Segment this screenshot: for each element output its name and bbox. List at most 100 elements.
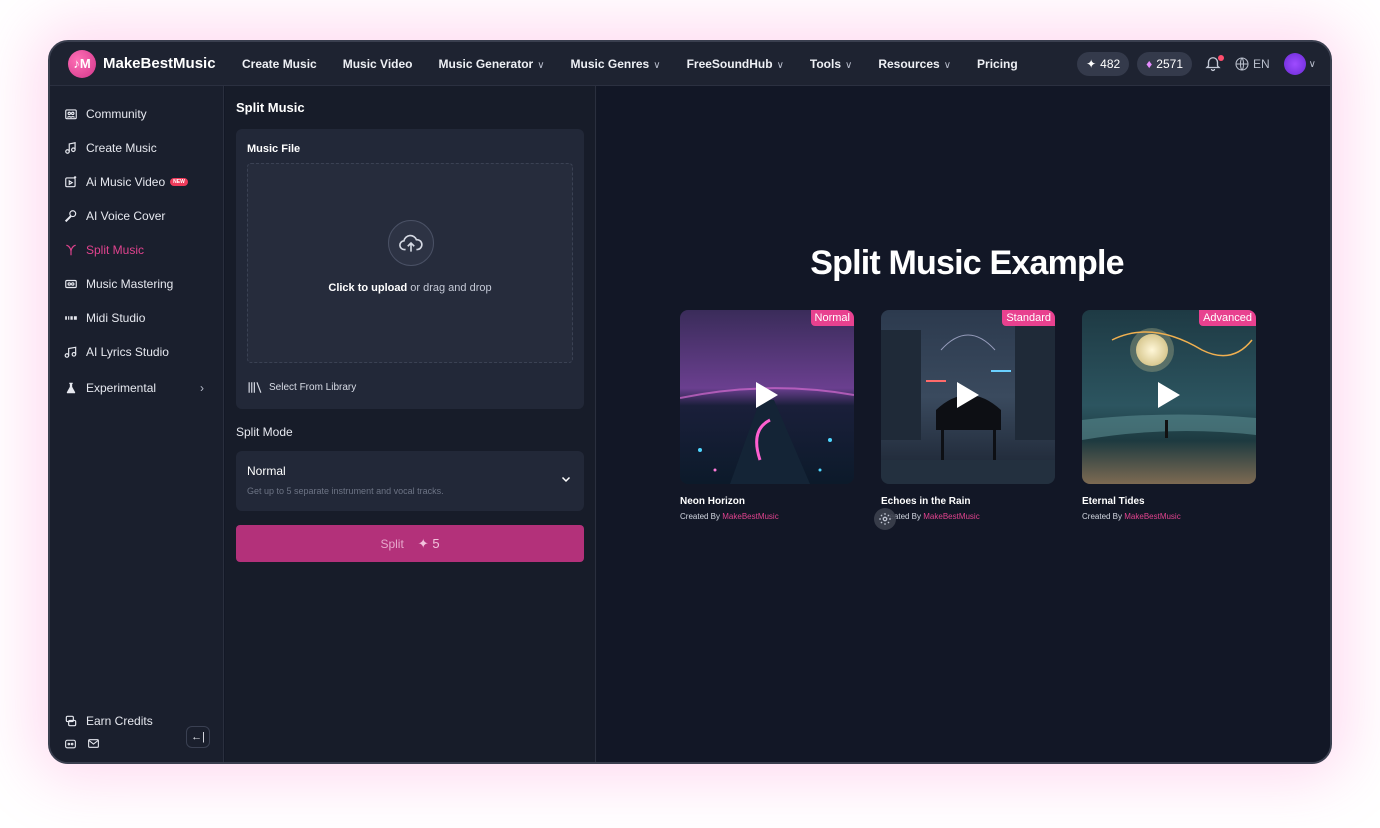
split-mode-description: Get up to 5 separate instrument and voca… bbox=[247, 486, 444, 496]
nav-label: Music Genres bbox=[570, 56, 650, 71]
gear-icon bbox=[879, 513, 891, 525]
music-note-icon bbox=[65, 142, 76, 154]
community-icon bbox=[65, 109, 77, 120]
page-title: Split Music bbox=[236, 100, 305, 115]
lyrics-icon bbox=[64, 346, 77, 358]
split-mode-label: Split Mode bbox=[236, 425, 293, 439]
sparkle-icon: ✦ bbox=[1086, 57, 1097, 71]
sidebar-item-experimental[interactable]: Experimental bbox=[64, 377, 156, 399]
credits-pill[interactable]: ✦ 482 bbox=[1077, 52, 1130, 76]
author-link[interactable]: MakeBestMusic bbox=[1124, 512, 1180, 521]
nav-pricing[interactable]: Pricing bbox=[977, 57, 1018, 71]
nav-create-music[interactable]: Create Music bbox=[242, 57, 317, 71]
collapse-sidebar-button[interactable]: ←| bbox=[186, 726, 210, 748]
sidebar: Community Create Music Ai Music Video NE… bbox=[50, 86, 224, 762]
sidebar-item-ai-voice-cover[interactable]: AI Voice Cover bbox=[64, 205, 165, 227]
earn-credits-link[interactable]: Earn Credits bbox=[64, 710, 153, 732]
sidebar-item-music-mastering[interactable]: Music Mastering bbox=[64, 273, 173, 295]
split-button[interactable]: Split ✦ 5 bbox=[236, 525, 584, 562]
flask-icon bbox=[66, 382, 76, 394]
sidebar-item-community[interactable]: Community bbox=[64, 103, 147, 125]
nav-label: Tools bbox=[809, 56, 841, 71]
split-icon bbox=[66, 244, 76, 256]
play-icon[interactable] bbox=[754, 380, 780, 410]
split-mode-value: Normal bbox=[247, 464, 286, 478]
chevron-down-icon: ∨ bbox=[943, 59, 952, 71]
upload-button[interactable] bbox=[388, 220, 434, 266]
example-author: Created By MakeBestMusic bbox=[881, 512, 1055, 521]
gem-icon: ♦ bbox=[1146, 57, 1153, 71]
sparkle-icon: ✦ bbox=[417, 535, 429, 551]
example-title[interactable]: Eternal Tides bbox=[1082, 496, 1256, 507]
footer-icons bbox=[64, 732, 108, 754]
nav-music-generator[interactable]: Music Generator ∨ bbox=[439, 57, 545, 71]
sidebar-item-label: AI Lyrics Studio bbox=[86, 345, 169, 359]
nav-music-video[interactable]: Music Video bbox=[343, 57, 413, 71]
gems-pill[interactable]: ♦ 2571 bbox=[1137, 52, 1192, 76]
sidebar-item-label: Midi Studio bbox=[86, 311, 146, 325]
sidebar-item-label: AI Voice Cover bbox=[86, 209, 166, 223]
globe-icon bbox=[1235, 57, 1249, 71]
example-title[interactable]: Echoes in the Rain bbox=[881, 496, 1055, 507]
nav-resources[interactable]: Resources ∨ bbox=[878, 57, 951, 71]
earn-credits-label: Earn Credits bbox=[86, 714, 153, 728]
library-label: Select From Library bbox=[269, 382, 357, 393]
chevron-down-icon: ∨ bbox=[537, 59, 545, 71]
split-mode-select[interactable]: Normal Get up to 5 separate instrument a… bbox=[236, 451, 584, 511]
author-link[interactable]: MakeBestMusic bbox=[923, 512, 979, 521]
sidebar-item-midi-studio[interactable]: Midi Studio bbox=[64, 307, 145, 329]
sidebar-item-ai-lyrics-studio[interactable]: AI Lyrics Studio bbox=[64, 341, 169, 363]
example-card: Advanced Eternal Tides Created By MakeBe… bbox=[1082, 310, 1256, 521]
examples-title: Split Music Example bbox=[810, 244, 1124, 282]
settings-floating-button[interactable] bbox=[874, 508, 896, 530]
sidebar-item-label: Music Mastering bbox=[86, 277, 174, 291]
nav-tools[interactable]: Tools ∨ bbox=[810, 57, 852, 71]
upload-instructions: Click to upload or drag and drop bbox=[248, 282, 572, 294]
mail-icon[interactable] bbox=[87, 737, 100, 750]
example-thumbnail[interactable]: Normal bbox=[680, 310, 854, 484]
nav-freesoundhub[interactable]: FreeSoundHub ∨ bbox=[687, 57, 784, 71]
language-switcher[interactable]: EN bbox=[1234, 56, 1270, 72]
author-link[interactable]: MakeBestMusic bbox=[722, 512, 778, 521]
sidebar-item-label: Create Music bbox=[86, 141, 157, 155]
upload-dropzone[interactable]: Click to upload or drag and drop bbox=[247, 163, 573, 363]
logo[interactable]: ♪M MakeBestMusic bbox=[68, 49, 238, 78]
chevron-down-icon bbox=[561, 476, 571, 483]
sidebar-item-ai-music-video[interactable]: Ai Music Video NEW bbox=[64, 171, 188, 193]
split-button-label: Split bbox=[380, 536, 404, 551]
discord-icon[interactable] bbox=[64, 737, 77, 750]
split-form-panel: Split Music Music File Click to upload o… bbox=[225, 86, 596, 762]
cloud-upload-icon bbox=[399, 234, 423, 252]
new-badge: NEW bbox=[170, 178, 188, 186]
nav-label: FreeSoundHub bbox=[686, 56, 773, 71]
play-icon[interactable] bbox=[1156, 380, 1182, 410]
tier-badge: Normal bbox=[810, 310, 854, 326]
chevron-right-icon[interactable]: › bbox=[200, 381, 204, 395]
coins-icon bbox=[65, 715, 77, 727]
sidebar-item-label: Ai Music Video bbox=[86, 175, 166, 189]
notification-bell[interactable] bbox=[1204, 54, 1224, 74]
split-cost: ✦ 5 bbox=[418, 536, 440, 552]
nav-label: Music Video bbox=[342, 56, 413, 71]
chevron-down-icon: ∨ bbox=[845, 59, 853, 71]
select-from-library-link[interactable]: Select From Library bbox=[247, 381, 356, 394]
midi-icon bbox=[65, 316, 77, 320]
nav-label: Pricing bbox=[977, 56, 1018, 71]
example-title[interactable]: Neon Horizon bbox=[680, 496, 854, 507]
example-author: Created By MakeBestMusic bbox=[680, 512, 854, 521]
example-author: Created By MakeBestMusic bbox=[1082, 512, 1256, 521]
sidebar-item-create-music[interactable]: Create Music bbox=[64, 137, 157, 159]
sidebar-item-split-music[interactable]: Split Music bbox=[64, 239, 144, 261]
nav-music-genres[interactable]: Music Genres ∨ bbox=[571, 57, 661, 71]
chevron-down-icon: ∨ bbox=[653, 59, 661, 71]
gems-count: 2571 bbox=[1156, 57, 1183, 71]
play-icon[interactable] bbox=[955, 380, 981, 410]
example-thumbnail[interactable]: Standard bbox=[881, 310, 1055, 484]
example-thumbnail[interactable]: Advanced bbox=[1082, 310, 1256, 484]
nav-label: Create Music bbox=[242, 56, 317, 71]
chevron-down-icon[interactable]: ∨ bbox=[1309, 59, 1316, 70]
sidebar-item-label: Community bbox=[86, 107, 147, 121]
click-to-upload-text[interactable]: Click to upload bbox=[328, 282, 407, 294]
avatar[interactable] bbox=[1283, 53, 1306, 75]
created-by-label: Created By bbox=[1082, 512, 1125, 521]
